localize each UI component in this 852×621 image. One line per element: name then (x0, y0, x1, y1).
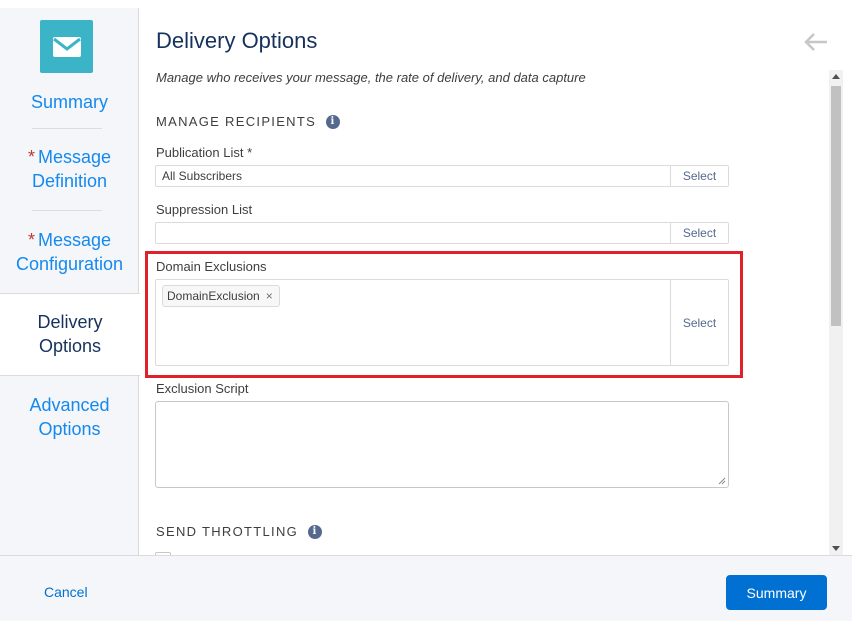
sidebar-item-delivery-options[interactable]: Delivery Options (0, 293, 140, 376)
summary-button[interactable]: Summary (726, 575, 827, 610)
publication-list-input[interactable]: All Subscribers (156, 166, 670, 186)
footer: Cancel Summary (0, 555, 852, 621)
cancel-button[interactable]: Cancel (44, 584, 88, 600)
suppression-list-field: Select (155, 222, 729, 244)
sidebar-item-advanced-options[interactable]: Advanced Options (0, 393, 139, 441)
suppression-list-select-button[interactable]: Select (670, 223, 728, 243)
publication-list-label: Publication List * (156, 145, 252, 160)
section-heading-text: SEND THROTTLING (156, 524, 299, 539)
page-subtitle: Manage who receives your message, the ra… (156, 70, 586, 85)
sidebar-item-label: Delivery Options (37, 312, 103, 356)
suppression-list-input[interactable] (156, 223, 670, 243)
info-icon[interactable]: i (326, 114, 341, 129)
publication-list-field: All Subscribers Select (155, 165, 729, 187)
sidebar-item-label: Message Definition (31, 147, 112, 191)
scroll-up-icon[interactable] (832, 74, 840, 79)
section-heading-text: MANAGE RECIPIENTS (156, 114, 317, 129)
sidebar-item-message-configuration[interactable]: * Message Configuration (0, 228, 139, 276)
required-marker: * (27, 147, 35, 167)
main-panel: Delivery Options Manage who receives you… (140, 8, 852, 555)
exclusion-script-textarea[interactable] (155, 401, 729, 488)
sidebar-item-label: Advanced Options (29, 395, 110, 439)
sidebar-divider (32, 128, 102, 129)
sidebar: Summary * Message Definition * Message Con… (0, 8, 140, 555)
send-throttling-heading: SEND THROTTLING i (156, 524, 323, 539)
info-icon[interactable]: i (308, 524, 323, 539)
highlight-box (145, 251, 743, 378)
sidebar-item-label: Summary (30, 92, 108, 112)
required-marker: * (27, 230, 35, 250)
page-title: Delivery Options (156, 28, 318, 53)
sidebar-divider (32, 210, 102, 211)
arrow-left-icon[interactable] (803, 32, 829, 52)
required-marker: * (247, 145, 253, 160)
scroll-down-icon[interactable] (832, 546, 840, 551)
publication-list-select-button[interactable]: Select (670, 166, 728, 186)
scrollbar-thumb[interactable] (831, 86, 841, 326)
sidebar-item-message-definition[interactable]: * Message Definition (0, 145, 139, 193)
envelope-icon (40, 20, 93, 73)
exclusion-script-label: Exclusion Script (156, 381, 249, 396)
label-text: Publication List (156, 145, 244, 160)
manage-recipients-heading: MANAGE RECIPIENTS i (156, 114, 341, 129)
resize-handle-icon[interactable] (718, 477, 726, 485)
sidebar-item-summary[interactable]: Summary (0, 90, 139, 114)
scrollbar[interactable] (829, 70, 843, 555)
suppression-list-label: Suppression List (156, 202, 253, 217)
